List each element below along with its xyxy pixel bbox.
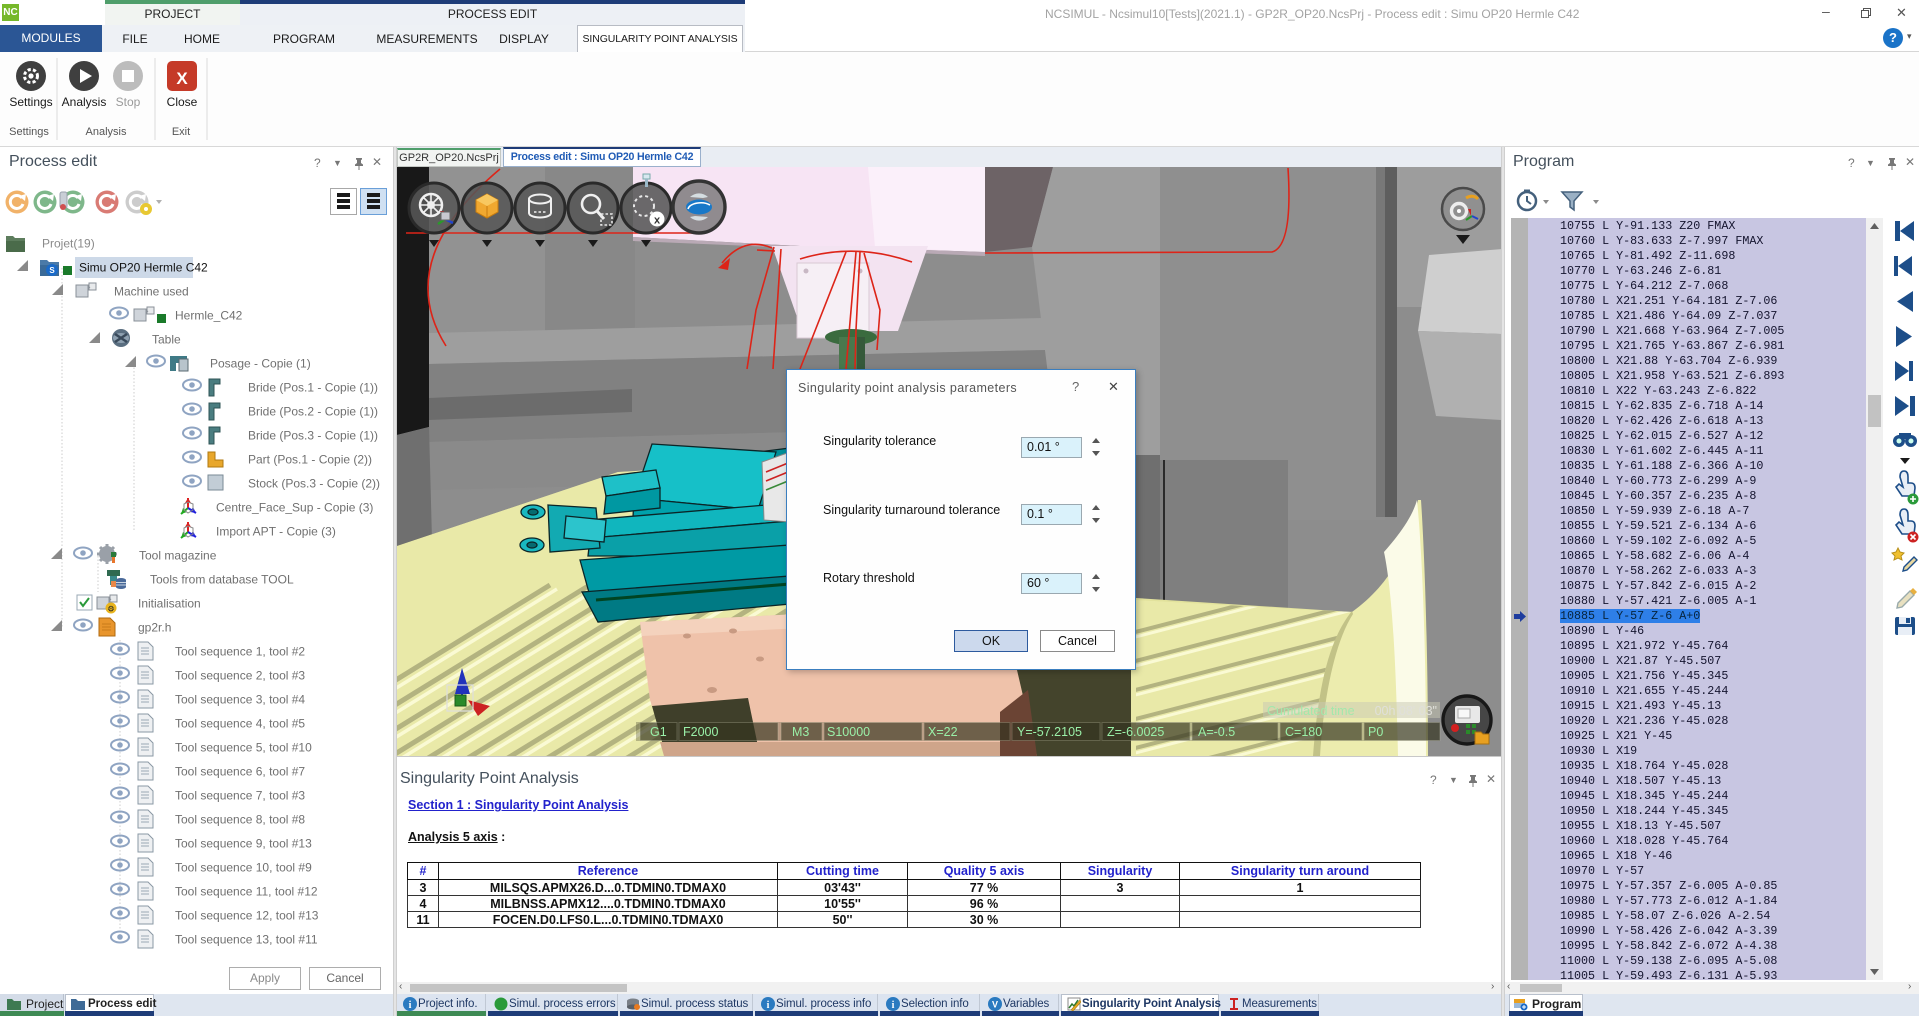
svg-text:X: X (176, 69, 188, 88)
svg-text:Tool sequence 11, tool #12: Tool sequence 11, tool #12 (175, 885, 318, 899)
svg-text:Bride (Pos.1 - Copie (1)): Bride (Pos.1 - Copie (1)) (248, 381, 378, 395)
svg-text:C=180: C=180 (1285, 725, 1322, 739)
svg-text:M3: M3 (792, 725, 809, 739)
svg-text:Tool sequence 7, tool #3: Tool sequence 7, tool #3 (175, 789, 305, 803)
svg-text:Hermle_C42: Hermle_C42 (175, 309, 243, 323)
svg-text:Tool sequence 3, tool #4: Tool sequence 3, tool #4 (175, 693, 305, 707)
svg-text:Initialisation: Initialisation (138, 597, 201, 611)
svg-text:Posage - Copie (1): Posage - Copie (1) (210, 357, 311, 371)
svg-text:Table: Table (152, 333, 181, 347)
svg-text:X=22: X=22 (928, 725, 958, 739)
svg-text:V: V (992, 1000, 998, 1010)
svg-text:Tool sequence 9, tool #13: Tool sequence 9, tool #13 (175, 837, 312, 851)
svg-text:Tool sequence 2, tool #3: Tool sequence 2, tool #3 (175, 669, 305, 683)
svg-text:A=-0.5: A=-0.5 (1198, 725, 1235, 739)
svg-text:Machine used: Machine used (114, 285, 189, 299)
svg-text:Tools from database TOOL: Tools from database TOOL (150, 573, 294, 587)
svg-text:Stock (Pos.3 - Copie (2)): Stock (Pos.3 - Copie (2)) (248, 477, 380, 491)
svg-text:Projet(19): Projet(19) (42, 237, 95, 251)
svg-text:i: i (892, 1000, 895, 1011)
svg-text:x: x (654, 215, 661, 227)
svg-text:i: i (409, 1000, 412, 1011)
svg-text:Bride (Pos.3 - Copie (1)): Bride (Pos.3 - Copie (1)) (248, 429, 378, 443)
svg-text:Simu OP20 Hermle C42: Simu OP20 Hermle C42 (79, 261, 208, 275)
svg-text:⚙: ⚙ (107, 605, 114, 614)
svg-text:Tool sequence 10, tool #9: Tool sequence 10, tool #9 (175, 861, 312, 875)
svg-text:Tool sequence 12, tool #13: Tool sequence 12, tool #13 (175, 909, 319, 923)
svg-text:gp2r.h: gp2r.h (138, 621, 171, 635)
svg-text:Bride (Pos.2 - Copie (1)): Bride (Pos.2 - Copie (1)) (248, 405, 378, 419)
svg-text:Cumulated time: Cumulated time (1267, 704, 1355, 718)
svg-text:P0: P0 (1368, 725, 1383, 739)
svg-text:Z=-6.0025: Z=-6.0025 (1107, 725, 1164, 739)
svg-text:Tool sequence 6, tool #7: Tool sequence 6, tool #7 (175, 765, 305, 779)
svg-text:i: i (767, 1000, 770, 1011)
svg-text:Tool sequence 1, tool #2: Tool sequence 1, tool #2 (175, 645, 305, 659)
svg-text:Y=-57.2105: Y=-57.2105 (1017, 725, 1082, 739)
svg-text:Centre_Face_Sup - Copie (3): Centre_Face_Sup - Copie (3) (216, 501, 373, 515)
svg-text:Tool sequence 8, tool #8: Tool sequence 8, tool #8 (175, 813, 305, 827)
svg-text:00h 08' 03": 00h 08' 03" (1375, 704, 1437, 718)
svg-text:S10000: S10000 (827, 725, 870, 739)
svg-text:Tool sequence 13, tool #11: Tool sequence 13, tool #11 (175, 933, 318, 947)
svg-text:G1: G1 (650, 725, 667, 739)
svg-text:Part (Pos.1 - Copie (2)): Part (Pos.1 - Copie (2)) (248, 453, 372, 467)
svg-text:F2000: F2000 (683, 725, 718, 739)
svg-text:Tool magazine: Tool magazine (139, 549, 217, 563)
svg-text:S: S (49, 266, 55, 275)
svg-text:Import APT - Copie (3): Import APT - Copie (3) (216, 525, 336, 539)
svg-text:Tool sequence 4, tool #5: Tool sequence 4, tool #5 (175, 717, 305, 731)
svg-text:Tool sequence 5, tool #10: Tool sequence 5, tool #10 (175, 741, 312, 755)
